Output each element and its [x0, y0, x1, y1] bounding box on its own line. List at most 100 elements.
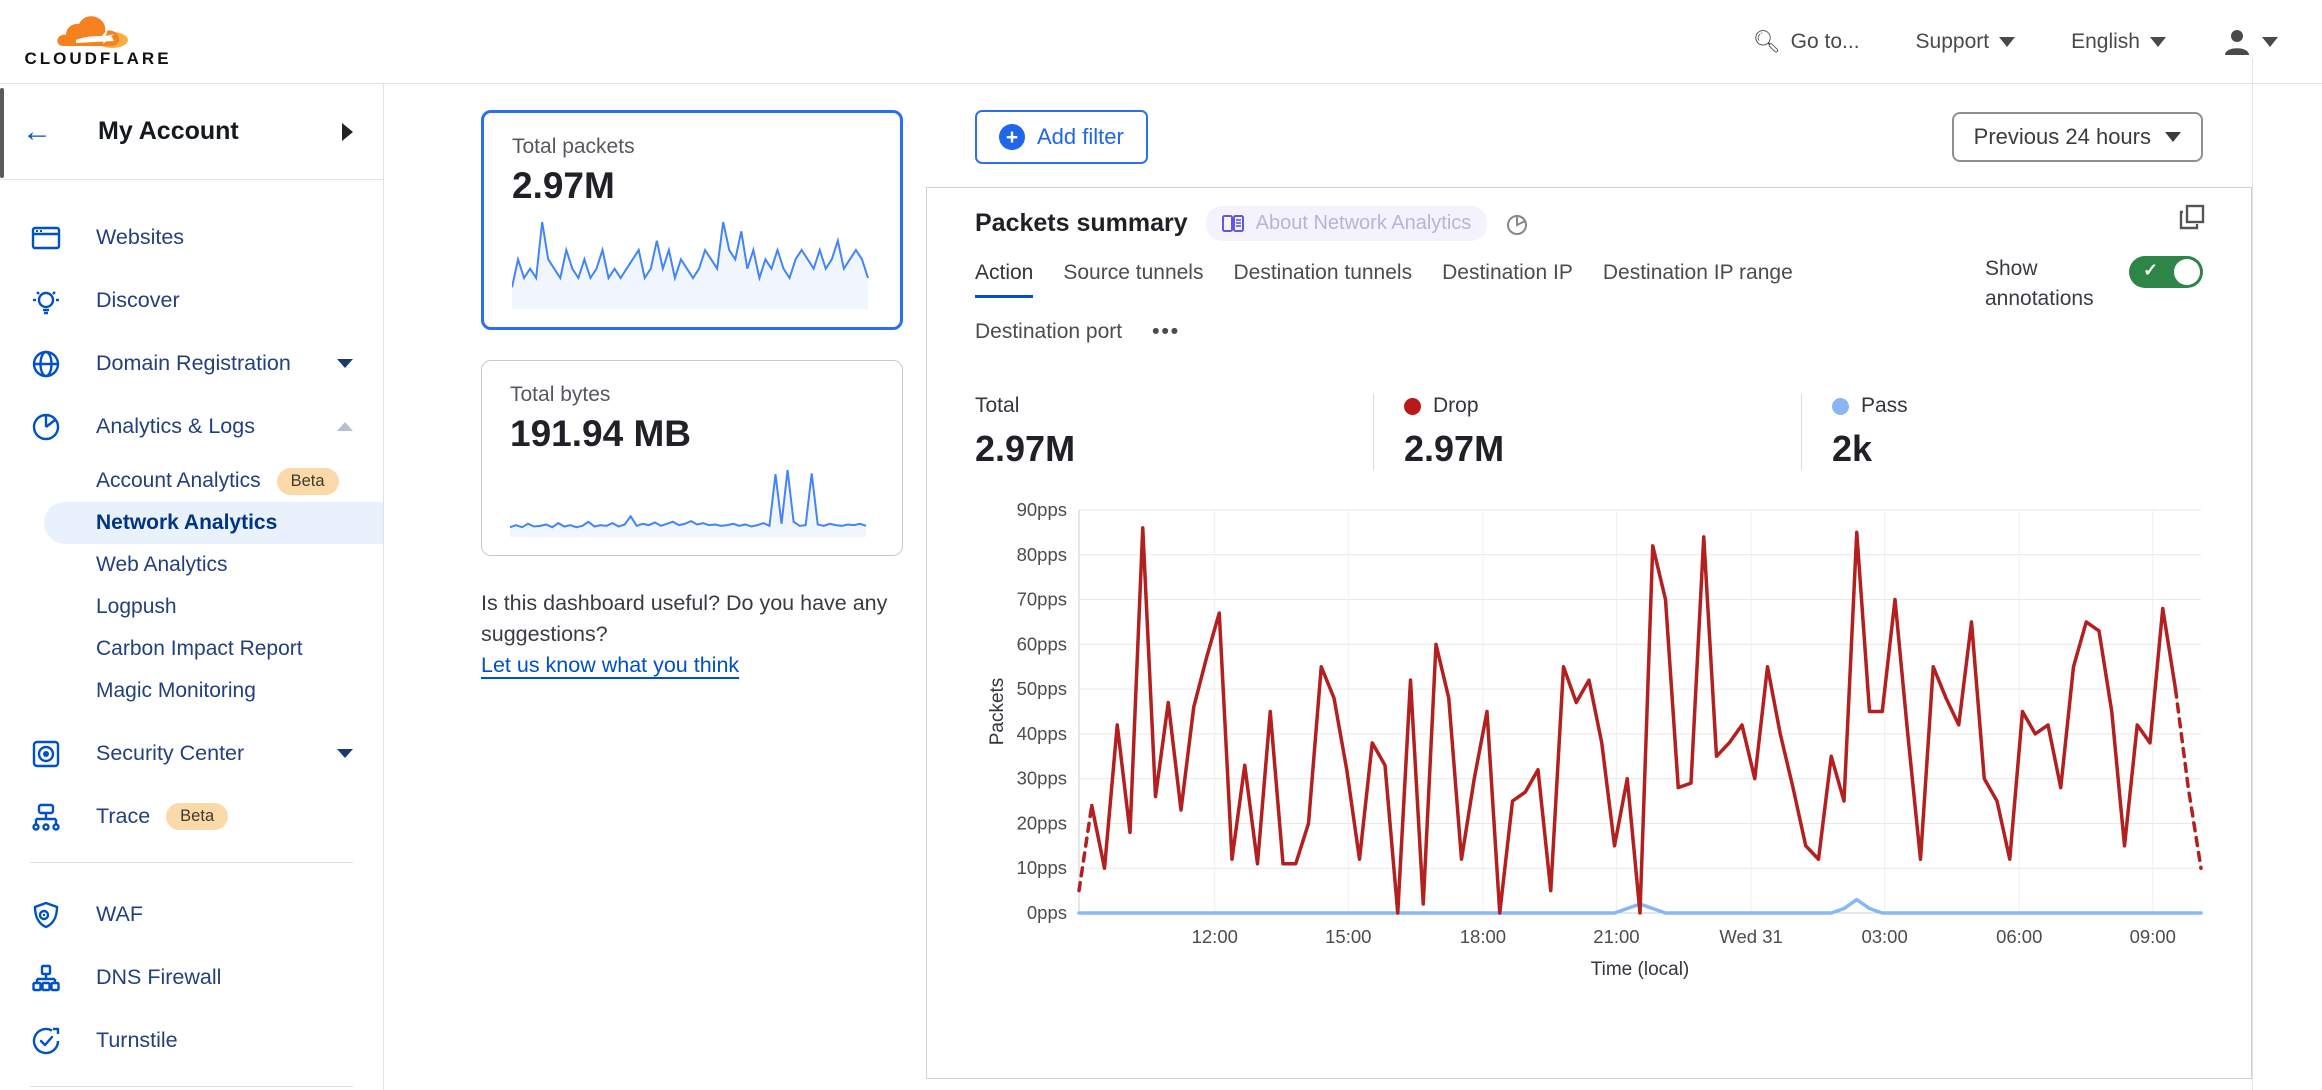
main-area: + Add filter Previous 24 hours Packets s… [926, 84, 2252, 1090]
sidebar-divider [30, 862, 353, 863]
stat-total-value: 2.97M [975, 428, 1343, 470]
check-icon: ✓ [2143, 260, 2158, 281]
sidebar-list: Websites Discover Domain Re [0, 180, 383, 1090]
cloudflare-wordmark: CLOUDFLARE [24, 49, 171, 69]
svg-text:18:00: 18:00 [1460, 926, 1506, 947]
sidebar-item-websites[interactable]: Websites [0, 206, 383, 269]
stat-pass-value: 2k [1832, 428, 1908, 470]
sidebar-item-label: WAF [96, 902, 143, 927]
annotations-toggle[interactable]: ✓ [2129, 256, 2203, 288]
tab-destination-port[interactable]: Destination port [975, 320, 1122, 354]
tab-action[interactable]: Action [975, 261, 1033, 298]
sidebar-item-label: Logpush [96, 595, 177, 619]
pie-chart-icon [30, 411, 62, 443]
tab-source-tunnels[interactable]: Source tunnels [1063, 261, 1203, 298]
svg-text:80pps: 80pps [1017, 544, 1067, 565]
goto-label: Go to... [1791, 30, 1860, 54]
feedback-link[interactable]: Let us know what you think [481, 653, 739, 677]
svg-text:03:00: 03:00 [1861, 926, 1907, 947]
feedback-block: Is this dashboard useful? Do you have an… [481, 588, 901, 682]
sidebar-item-label: Carbon Impact Report [96, 637, 303, 661]
svg-text:15:00: 15:00 [1325, 926, 1371, 947]
chart-canvas: 0pps10pps20pps30pps40pps50pps60pps70pps8… [979, 496, 2219, 986]
sidebar-item-label: Turnstile [96, 1028, 178, 1053]
svg-text:50pps: 50pps [1017, 678, 1067, 699]
total-bytes-title: Total bytes [510, 383, 874, 407]
chevron-right-icon[interactable] [342, 123, 353, 141]
tab-destination-tunnels[interactable]: Destination tunnels [1233, 261, 1412, 298]
svg-text:09:00: 09:00 [2130, 926, 2176, 947]
sidebar-item-carbon-impact-report[interactable]: Carbon Impact Report [0, 628, 383, 670]
cloudflare-cloud-icon [56, 14, 140, 48]
clock-check-icon [30, 1025, 62, 1057]
sidebar-header: ← My Account [0, 84, 383, 180]
svg-text:30pps: 30pps [1017, 768, 1067, 789]
sidebar-item-domain-registration[interactable]: Domain Registration [0, 332, 383, 395]
add-filter-button[interactable]: + Add filter [975, 110, 1148, 164]
support-menu[interactable]: Support [1916, 30, 2016, 54]
browser-icon [30, 222, 62, 254]
expand-panel-icon[interactable] [2179, 204, 2205, 230]
goto-search[interactable]: 🔍︎ Go to... [1753, 29, 1860, 55]
tab-destination-ip-range[interactable]: Destination IP range [1603, 261, 1793, 298]
about-network-analytics-pill[interactable]: About Network Analytics [1206, 206, 1488, 241]
sidebar-item-label: Websites [96, 225, 184, 250]
stats-row: Total 2.97M Drop 2.97M Pass 2k [975, 394, 2203, 470]
packets-summary-panel: Packets summary About Network Analytics [926, 187, 2252, 1079]
svg-text:Packets: Packets [987, 678, 1008, 746]
account-title: My Account [98, 117, 342, 146]
sidebar-item-network-analytics[interactable]: Network Analytics [44, 502, 383, 544]
analytics-submenu: Account Analytics Beta Network Analytics… [0, 458, 383, 722]
feedback-question: Is this dashboard useful? Do you have an… [481, 588, 901, 650]
svg-text:Time (local): Time (local) [1591, 959, 1690, 980]
time-range-dropdown[interactable]: Previous 24 hours [1952, 112, 2203, 162]
tab-destination-ip[interactable]: Destination IP [1442, 261, 1573, 298]
language-label: English [2071, 30, 2140, 54]
filter-bar: + Add filter Previous 24 hours [926, 110, 2252, 164]
chevron-down-icon [2262, 37, 2278, 47]
sidebar-item-label: Account Analytics [96, 469, 261, 493]
sidebar-item-trace[interactable]: Trace Beta [0, 785, 383, 848]
sidebar-item-security-center[interactable]: Security Center [0, 722, 383, 785]
sidebar-item-magic-monitoring[interactable]: Magic Monitoring [0, 670, 383, 712]
sidebar-item-label: Domain Registration [96, 351, 291, 376]
sidebar-item-turnstile[interactable]: Turnstile [0, 1009, 383, 1072]
sidebar-scrollbar[interactable] [0, 88, 4, 178]
sidebar-item-account-analytics[interactable]: Account Analytics Beta [0, 460, 383, 502]
sidebar-item-analytics-logs[interactable]: Analytics & Logs [0, 395, 383, 458]
total-packets-value: 2.97M [512, 165, 872, 207]
sidebar-item-waf[interactable]: WAF [0, 883, 383, 946]
svg-text:21:00: 21:00 [1593, 926, 1639, 947]
about-pill-label: About Network Analytics [1256, 212, 1472, 235]
total-bytes-value: 191.94 MB [510, 413, 874, 455]
sidebar-item-logpush[interactable]: Logpush [0, 586, 383, 628]
time-range-label: Previous 24 hours [1974, 124, 2151, 150]
sidebar-item-dns-firewall[interactable]: DNS Firewall [0, 946, 383, 1009]
stat-drop: Drop 2.97M [1373, 394, 1801, 470]
language-menu[interactable]: English [2071, 30, 2166, 54]
back-arrow-icon[interactable]: ← [22, 115, 52, 149]
support-label: Support [1916, 30, 1990, 54]
top-bar: CLOUDFLARE 🔍︎ Go to... Support English [0, 0, 2322, 84]
more-tabs-ellipsis[interactable]: ••• [1152, 320, 1180, 354]
account-menu[interactable] [2222, 27, 2278, 57]
top-navigation: 🔍︎ Go to... Support English [1753, 27, 2278, 57]
add-filter-label: Add filter [1037, 124, 1124, 150]
svg-text:90pps: 90pps [1017, 499, 1067, 520]
cloudflare-logo[interactable]: CLOUDFLARE [18, 14, 178, 69]
show-annotations-control: Show annotations ✓ [1985, 254, 2203, 315]
svg-text:12:00: 12:00 [1192, 926, 1238, 947]
sidebar-item-discover[interactable]: Discover [0, 269, 383, 332]
sidebar-item-web-analytics[interactable]: Web Analytics [0, 544, 383, 586]
safe-icon [30, 738, 62, 770]
stat-pass: Pass 2k [1801, 394, 1938, 470]
sidebar-item-label: Web Analytics [96, 553, 228, 577]
chevron-down-icon [337, 749, 353, 758]
total-packets-card[interactable]: Total packets 2.97M [481, 110, 903, 330]
chevron-down-icon [2150, 37, 2166, 47]
show-annotations-label: Show annotations [1985, 254, 2103, 315]
toggle-knob [2174, 259, 2200, 285]
dimension-tabs: Action Source tunnels Destination tunnel… [975, 261, 1875, 354]
total-bytes-card[interactable]: Total bytes 191.94 MB [481, 360, 903, 556]
chevron-down-icon [337, 359, 353, 368]
